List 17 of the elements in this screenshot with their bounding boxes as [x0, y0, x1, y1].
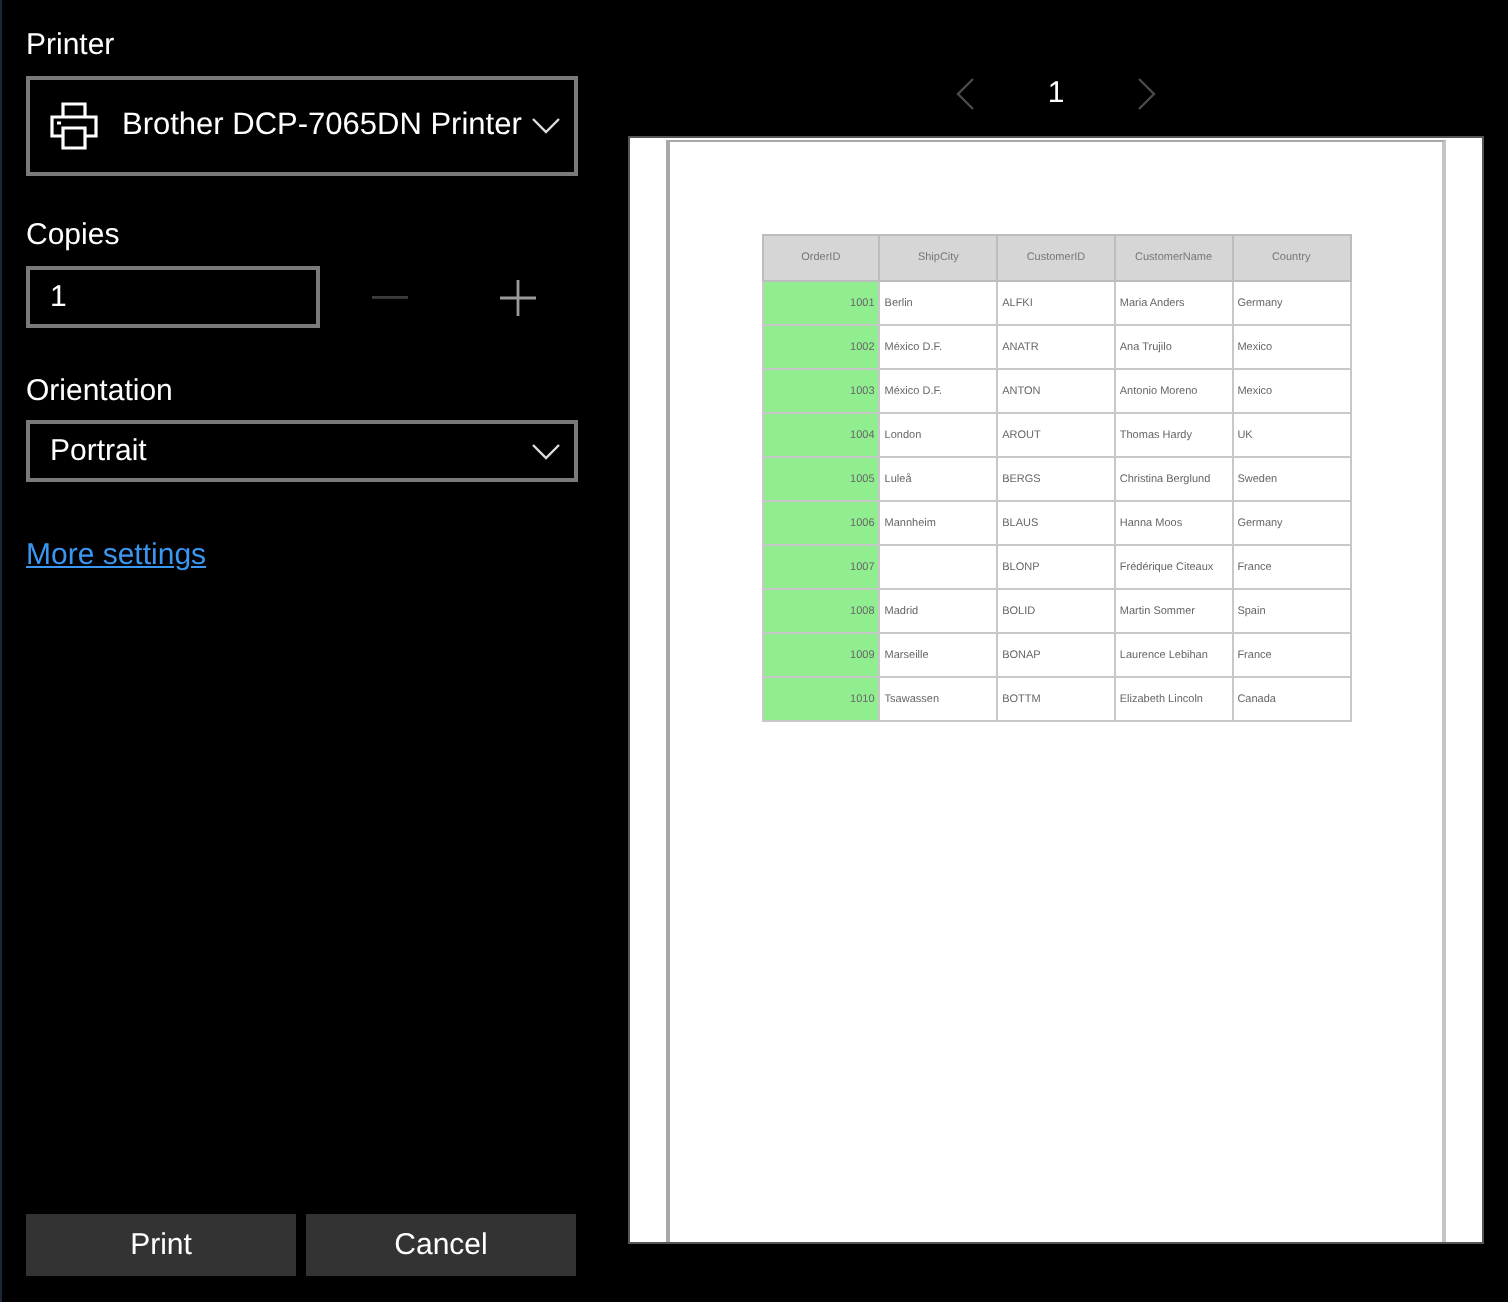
printer-dropdown[interactable]: Brother DCP-7065DN Printer [26, 76, 578, 176]
chevron-down-icon [532, 443, 560, 459]
more-settings-link[interactable]: More settings [26, 536, 207, 576]
chevron-down-icon [532, 118, 560, 134]
print-button[interactable]: Print [26, 1214, 296, 1276]
cancel-button[interactable]: Cancel [306, 1214, 576, 1276]
copies-label: Copies [26, 216, 120, 256]
minus-icon [372, 295, 408, 299]
page-number: 1 [1047, 74, 1065, 114]
chevron-right-icon [1138, 78, 1157, 110]
orientation-dropdown[interactable]: Portrait [26, 420, 578, 482]
chevron-left-icon [955, 78, 974, 110]
printer-label: Printer [26, 26, 115, 66]
plus-icon [500, 279, 536, 315]
orientation-label: Orientation [26, 372, 173, 412]
copies-input[interactable]: 1 [26, 266, 320, 328]
printer-icon [50, 102, 98, 150]
